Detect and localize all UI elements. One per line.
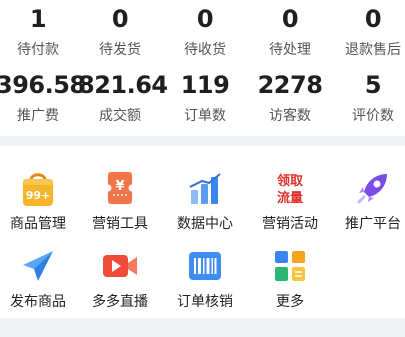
promo-tag-icon: 领取 流量 bbox=[270, 168, 310, 208]
bottom-spacer bbox=[0, 318, 405, 337]
tool-promotion-platform[interactable]: 推广平台 bbox=[331, 162, 405, 236]
metric-value: 119 bbox=[180, 71, 230, 99]
tool-marketing-activity[interactable]: 领取 流量 营销活动 bbox=[248, 162, 332, 236]
tool-label: 发布商品 bbox=[10, 294, 66, 310]
metric-value: 2278 bbox=[257, 71, 323, 99]
stat-label: 待处理 bbox=[269, 42, 311, 58]
tool-label: 多多直播 bbox=[92, 294, 148, 310]
metric-review-count[interactable]: 5 评价数 bbox=[331, 70, 405, 130]
order-status-row: 1 待付款 0 待发货 0 待收货 0 待处理 0 退款售后 bbox=[0, 4, 405, 64]
tool-label: 数据中心 bbox=[177, 216, 233, 232]
stat-label: 待发货 bbox=[99, 42, 141, 58]
metric-label: 成交额 bbox=[99, 108, 141, 124]
tool-product-management[interactable]: 99+ 商品管理 bbox=[0, 162, 80, 236]
tool-label: 营销工具 bbox=[92, 216, 148, 232]
tool-more[interactable]: 更多 bbox=[248, 240, 332, 314]
coupon-icon: ¥ bbox=[100, 168, 140, 208]
tool-marketing-tools[interactable]: ¥ 营销工具 bbox=[78, 162, 162, 236]
bar-chart-icon bbox=[185, 168, 225, 208]
tool-label: 更多 bbox=[276, 294, 304, 310]
live-video-icon bbox=[100, 246, 140, 286]
stat-pending-receipt[interactable]: 0 待收货 bbox=[163, 4, 247, 64]
barcode-scan-icon bbox=[185, 246, 225, 286]
stat-value: 1 bbox=[29, 5, 47, 33]
badge-text: ¥ bbox=[115, 179, 124, 194]
svg-text:领取: 领取 bbox=[277, 173, 304, 189]
metrics-row: 396.58 推广费 821.64 成交额 119 订单数 2278 访客数 5… bbox=[0, 70, 405, 130]
tool-label: 推广平台 bbox=[345, 216, 401, 232]
metric-gmv[interactable]: 821.64 成交额 bbox=[78, 70, 168, 130]
stat-value: 0 bbox=[111, 5, 129, 33]
metric-label: 推广费 bbox=[17, 108, 59, 124]
stat-refund-aftersale[interactable]: 0 退款售后 bbox=[331, 4, 405, 64]
metric-label: 评价数 bbox=[352, 108, 394, 124]
metric-value: 396.58 bbox=[0, 71, 86, 99]
metric-label: 访客数 bbox=[269, 108, 311, 124]
stat-pending-shipment[interactable]: 0 待发货 bbox=[78, 4, 162, 64]
stat-label: 退款售后 bbox=[345, 42, 401, 58]
tool-order-verification[interactable]: 订单核销 bbox=[163, 240, 247, 314]
stat-label: 待收货 bbox=[184, 42, 226, 58]
metric-value: 821.64 bbox=[78, 71, 168, 99]
stat-pending-payment[interactable]: 1 待付款 bbox=[0, 4, 80, 64]
metric-promotion-fee[interactable]: 396.58 推广费 bbox=[0, 70, 86, 130]
metric-value: 5 bbox=[364, 71, 382, 99]
tool-live-stream[interactable]: 多多直播 bbox=[78, 240, 162, 314]
tool-label: 订单核销 bbox=[177, 294, 233, 310]
metric-order-count[interactable]: 119 订单数 bbox=[163, 70, 247, 130]
metric-visitor-count[interactable]: 2278 访客数 bbox=[248, 70, 332, 130]
badge-text: 99+ bbox=[26, 189, 51, 202]
svg-text:流量: 流量 bbox=[277, 190, 303, 206]
stat-value: 0 bbox=[196, 5, 214, 33]
paper-plane-icon bbox=[18, 246, 58, 286]
more-apps-icon bbox=[270, 246, 310, 286]
stat-pending-handling[interactable]: 0 待处理 bbox=[248, 4, 332, 64]
tool-data-center[interactable]: 数据中心 bbox=[163, 162, 247, 236]
tool-label: 商品管理 bbox=[10, 216, 66, 232]
metric-label: 订单数 bbox=[184, 108, 226, 124]
stat-value: 0 bbox=[364, 5, 382, 33]
stats-card: 1 待付款 0 待发货 0 待收货 0 待处理 0 退款售后 396.58 推广… bbox=[0, 0, 405, 136]
stat-label: 待付款 bbox=[17, 42, 59, 58]
stat-value: 0 bbox=[281, 5, 299, 33]
tool-label: 营销活动 bbox=[262, 216, 318, 232]
shopping-bag-icon: 99+ bbox=[18, 168, 58, 208]
tools-grid: 99+ 商品管理 ¥ 营销工具 数据中心 领取 流量 营销活动 推广平台 发布商… bbox=[0, 146, 405, 318]
rocket-icon bbox=[353, 168, 393, 208]
tool-publish-product[interactable]: 发布商品 bbox=[0, 240, 80, 314]
